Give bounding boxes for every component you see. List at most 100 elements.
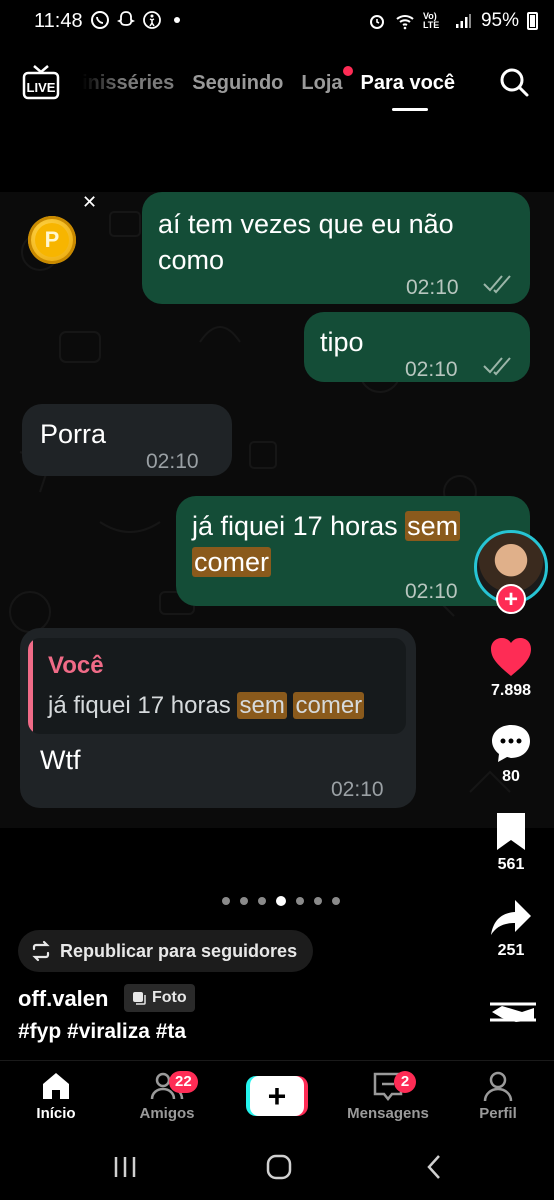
author-username[interactable]: off.valen [18, 986, 108, 1012]
message-bubble-incoming[interactable]: Porra 02:10 [22, 404, 232, 476]
top-navigation: LIVE inisséries Seguindo Loja Para você [0, 56, 554, 116]
nav-perfil[interactable]: Perfil [448, 1069, 548, 1122]
tab-loja[interactable]: Loja [301, 66, 353, 95]
post-type-badge: Foto [124, 984, 195, 1012]
heart-icon [491, 638, 531, 676]
message-text: Porra [40, 419, 107, 449]
quoted-message[interactable]: Você já fiquei 17 horas sem comer [28, 638, 406, 734]
carousel-dot-active [276, 896, 286, 906]
close-icon[interactable]: ✕ [82, 192, 97, 213]
comment-icon [492, 725, 530, 762]
carousel-dot [314, 897, 322, 905]
nav-inicio[interactable]: Início [6, 1069, 106, 1122]
coin-reward-icon[interactable]: P [28, 216, 76, 264]
like-count: 7.898 [490, 682, 532, 699]
wifi-icon [396, 15, 414, 30]
message-bubble-outgoing[interactable]: tipo 02:10 [304, 312, 530, 382]
quote-text: já fiquei 17 horas sem comer [48, 688, 365, 724]
message-time: 02:10 [331, 778, 384, 801]
notification-badge: 2 [394, 1071, 416, 1093]
tab-seguindo[interactable]: Seguindo [192, 72, 283, 95]
highlighted-word: comer [293, 692, 365, 719]
message-time: 02:10 [405, 580, 458, 603]
create-post-button[interactable]: + [246, 1076, 308, 1116]
status-time: 11:48 [34, 10, 83, 32]
message-time: 02:10 [405, 358, 458, 381]
read-ticks-icon [483, 275, 511, 294]
message-text: aí tem vezes que eu não como [158, 209, 454, 275]
repost-label: Republicar para seguidores [60, 940, 298, 961]
notification-dot-icon [174, 17, 180, 23]
save-count: 561 [497, 856, 525, 873]
quote-author: Você [48, 652, 104, 679]
photo-icon [133, 992, 146, 1005]
coin-letter-icon: P [35, 223, 69, 257]
search-icon[interactable] [498, 66, 530, 98]
message-text: Wtf [40, 745, 81, 775]
tab-para-voce[interactable]: Para você [361, 72, 456, 95]
follow-button[interactable]: + [496, 584, 526, 614]
system-navigation-bar [0, 1134, 554, 1200]
quote-text-part: já fiquei 17 horas [48, 692, 238, 719]
quote-accent-bar [28, 638, 33, 734]
carousel-dot [258, 897, 266, 905]
nav-label: Perfil [479, 1105, 517, 1122]
comment-button[interactable]: 80 [480, 722, 542, 786]
highlighted-word: comer [192, 547, 272, 577]
tab-loja-dot [342, 66, 353, 76]
carousel-dot [240, 897, 248, 905]
nav-amigos[interactable]: Amigos 22 [117, 1069, 217, 1122]
whatsapp-icon [91, 11, 109, 29]
recent-apps-icon[interactable] [110, 1152, 140, 1182]
carousel-indicator [222, 896, 340, 906]
music-disc-icon[interactable] [488, 994, 538, 1030]
post-image-chat[interactable]: aí tem vezes que eu não como 02:10 tipo … [0, 192, 554, 828]
message-text: tipo [320, 327, 364, 357]
nav-label: Início [36, 1105, 76, 1122]
accessibility-icon [143, 11, 161, 29]
battery-icon [527, 12, 538, 30]
status-bar: 11:48 Vo) LTE 95% [0, 0, 554, 44]
comment-count: 80 [502, 768, 520, 785]
nav-label: Amigos [139, 1105, 195, 1122]
battery-percent: 95% [480, 10, 519, 31]
back-icon[interactable] [420, 1152, 450, 1182]
message-time: 02:10 [406, 276, 459, 299]
message-time: 02:10 [146, 450, 199, 473]
carousel-dot [332, 897, 340, 905]
post-type-label: Foto [152, 989, 187, 1006]
message-bubble-outgoing[interactable]: aí tem vezes que eu não como 02:10 [142, 192, 530, 304]
post-hashtags[interactable]: #fyp #viraliza #ta [18, 1020, 186, 1044]
message-text-part: já fiquei 17 horas [192, 511, 406, 541]
read-ticks-icon [483, 357, 511, 376]
signal-icon [455, 14, 471, 28]
svg-text:LIVE: LIVE [27, 80, 56, 95]
nav-label: Mensagens [347, 1105, 429, 1122]
share-button[interactable]: 251 [480, 896, 542, 960]
tab-loja-label: Loja [301, 72, 343, 94]
highlighted-word: sem [237, 692, 287, 719]
share-icon [491, 900, 531, 935]
share-count: 251 [497, 942, 525, 959]
plus-icon: + [250, 1076, 304, 1116]
home-button-icon[interactable] [264, 1152, 294, 1182]
live-icon[interactable]: LIVE [22, 64, 60, 100]
highlighted-word: sem [405, 511, 461, 541]
alarm-icon [369, 15, 384, 29]
bookmark-icon [497, 813, 525, 850]
message-text: já fiquei 17 horas sem comer [192, 508, 512, 580]
nav-mensagens[interactable]: Mensagens 2 [338, 1069, 438, 1122]
active-tab-indicator [392, 108, 428, 111]
snapchat-icon [116, 11, 136, 26]
like-button[interactable]: 7.898 [480, 636, 542, 700]
repost-icon [32, 940, 50, 962]
save-button[interactable]: 561 [480, 810, 542, 874]
carousel-dot [222, 897, 230, 905]
network-type-label: Vo) LTE [422, 11, 440, 30]
tab-minisseries[interactable]: inisséries [82, 72, 174, 95]
home-icon [43, 1073, 69, 1099]
message-bubble-incoming-reply[interactable]: Você já fiquei 17 horas sem comer Wtf 02… [20, 628, 416, 808]
profile-icon [483, 1071, 513, 1102]
notification-badge: 22 [169, 1071, 198, 1093]
repost-button[interactable]: Republicar para seguidores [18, 930, 314, 972]
